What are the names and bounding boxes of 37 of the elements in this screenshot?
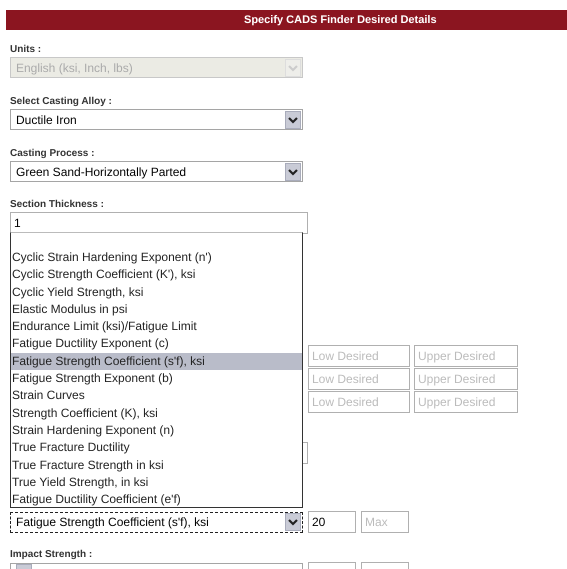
chevron-down-icon <box>285 58 301 76</box>
field-label: Select Casting Alloy : <box>10 95 113 109</box>
input-field[interactable]: Upper Desired <box>414 368 518 390</box>
field-label: Section Thickness : <box>10 198 105 212</box>
input-field[interactable]: Upper Desired <box>414 391 518 413</box>
input-field[interactable]: 1 <box>10 212 308 234</box>
input-field[interactable]: Low Desired <box>308 391 410 413</box>
dropdown-option[interactable]: Strain Curves <box>11 387 302 405</box>
dropdown-option[interactable]: Endurance Limit (ksi)/Fatigue Limit <box>11 318 302 336</box>
dropdown-option[interactable]: Fatigue Ductility Coefficient (e'f) <box>11 491 302 508</box>
dropdown-option[interactable]: Cyclic Strain Hardening Exponent (n') <box>11 249 302 266</box>
select-field[interactable]: Fatigue Strength Coefficient (s'f), ksi <box>10 512 303 532</box>
dropdown-option[interactable]: Cyclic Yield Strength, ksi <box>11 284 302 301</box>
field-label: Impact Strength : <box>10 548 94 562</box>
dropdown-option[interactable]: Fatigue Strength Coefficient (s'f), ksi <box>11 352 302 370</box>
dropdown-option[interactable]: True Fracture Strength in ksi <box>11 456 302 474</box>
dropdown-option[interactable]: Fatigue Ductility Exponent (c) <box>11 335 302 353</box>
input-field[interactable]: Low Desired <box>308 345 410 367</box>
header-title: Specify CADS Finder Desired Details <box>244 14 437 26</box>
chevron-down-icon <box>285 513 301 531</box>
chevron-down-icon <box>285 110 301 128</box>
field-label: Casting Process : <box>10 147 96 161</box>
dropdown-option[interactable]: Strain Hardening Exponent (n) <box>11 422 302 440</box>
select-field[interactable]: Ductile Iron <box>10 109 303 130</box>
input-field[interactable]: 20 <box>308 511 356 533</box>
field-label: Units : <box>10 43 42 57</box>
dropdown-option[interactable]: Elastic Modulus in psi <box>11 300 302 318</box>
dropdown-option[interactable]: True Yield Strength, in ksi <box>11 474 302 492</box>
dropdown-option[interactable]: Strength Coefficient (K), ksi <box>11 404 302 422</box>
dropdown-option[interactable]: True Fracture Ductility <box>11 439 302 457</box>
select-field[interactable]: Green Sand-Horizontally Parted <box>10 161 303 182</box>
dropdown-option[interactable]: Cyclic Strength Coefficient (K'), ksi <box>11 266 302 284</box>
dropdown-option[interactable]: Fatigue Strength Exponent (b) <box>11 370 302 388</box>
input-field[interactable]: Max <box>361 511 409 533</box>
chevron-down-icon <box>285 162 301 180</box>
input-field[interactable]: Low Desired <box>308 368 410 390</box>
input-field[interactable]: Upper Desired <box>414 345 518 367</box>
